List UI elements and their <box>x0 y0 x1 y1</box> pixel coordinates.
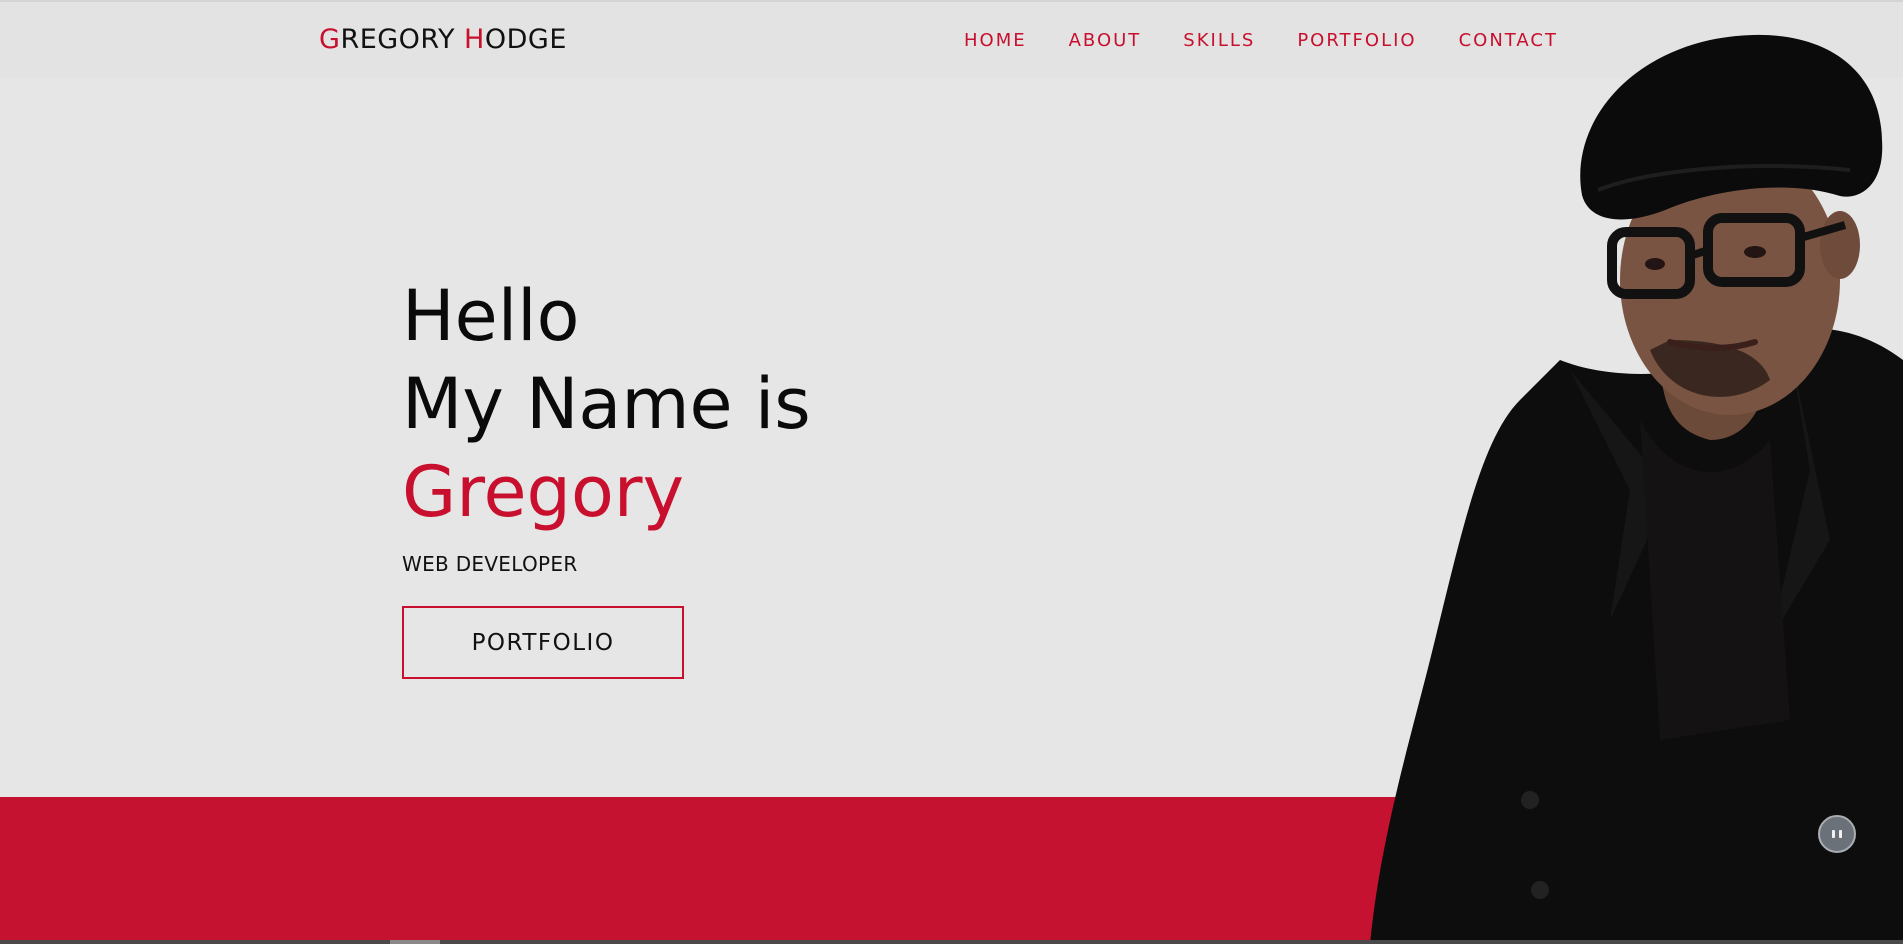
nav-about[interactable]: ABOUT <box>1069 30 1142 51</box>
hero-name: Gregory <box>402 451 685 533</box>
logo-first-initial: G <box>319 24 341 55</box>
hero-subtitle: WEB DEVELOPER <box>402 552 578 576</box>
nav-home[interactable]: HOME <box>964 30 1027 51</box>
chat-bubble-icon[interactable] <box>1818 815 1856 853</box>
site-logo[interactable]: GREGORY HODGE <box>319 24 567 55</box>
logo-last-initial: H <box>464 24 485 55</box>
hero-greeting: Hello <box>402 275 580 357</box>
logo-last-rest: ODGE <box>484 24 567 55</box>
hero-section: Hello My Name is Gregory WEB DEVELOPER P… <box>402 272 811 679</box>
chat-glyph-icon <box>1832 830 1842 838</box>
page: GREGORY HODGE HOME ABOUT SKILLS PORTFOLI… <box>0 0 1903 944</box>
portrait-image <box>1370 34 1903 944</box>
page-scrollbar[interactable] <box>0 940 1903 944</box>
nav-skills[interactable]: SKILLS <box>1183 30 1255 51</box>
logo-first-rest: REGORY <box>340 24 465 55</box>
hero-intro: My Name is <box>402 363 811 445</box>
portfolio-button[interactable]: PORTFOLIO <box>402 606 684 679</box>
scrollbar-thumb[interactable] <box>390 940 440 944</box>
